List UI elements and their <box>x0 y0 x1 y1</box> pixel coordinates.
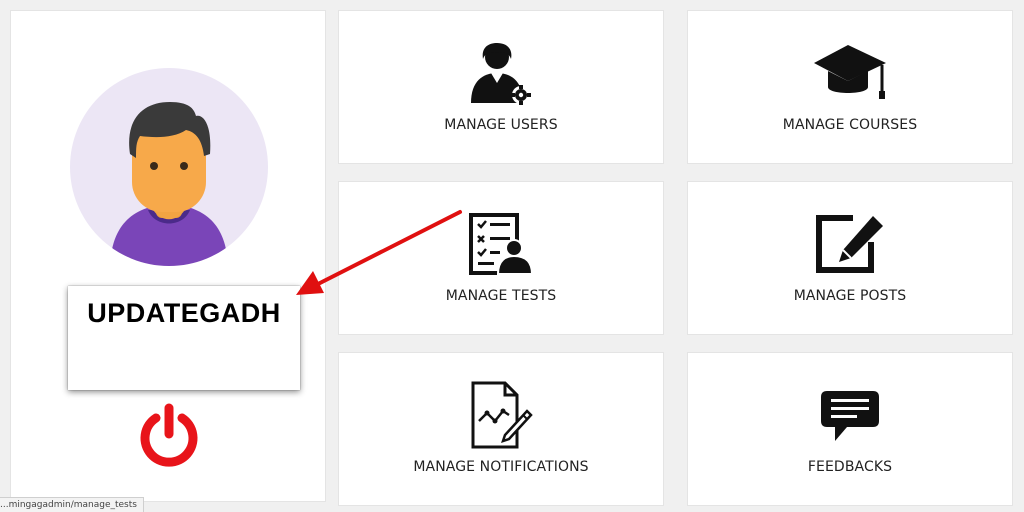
manage-courses-label: MANAGE COURSES <box>782 117 918 133</box>
avatar <box>70 68 268 266</box>
manage-tests-tile[interactable]: MANAGE TESTS <box>338 181 664 335</box>
profile-card: UPDATEGADH <box>10 10 326 502</box>
manage-users-label: MANAGE USERS <box>444 117 558 133</box>
chat-bubble-icon <box>821 391 879 441</box>
manage-notifications-tile[interactable]: MANAGE NOTIFICATIONS <box>338 352 664 506</box>
document-chart-pen-icon <box>471 381 533 449</box>
graduation-cap-icon <box>814 45 886 99</box>
username-label: UPDATEGADH <box>87 298 281 328</box>
feedbacks-label: FEEDBACKS <box>807 459 893 475</box>
status-bar-url: ...mingagadmin/manage_tests <box>0 497 144 512</box>
edit-post-icon <box>816 215 883 273</box>
username-box: UPDATEGADH <box>68 286 300 390</box>
manage-posts-tile[interactable]: MANAGE POSTS <box>687 181 1013 335</box>
manage-tests-label: MANAGE TESTS <box>445 288 557 304</box>
test-checklist-icon <box>469 213 534 275</box>
manage-courses-tile[interactable]: MANAGE COURSES <box>687 10 1013 164</box>
manage-posts-label: MANAGE POSTS <box>793 288 907 304</box>
feedbacks-tile[interactable]: FEEDBACKS <box>687 352 1013 506</box>
power-icon[interactable] <box>139 402 199 468</box>
manage-notifications-label: MANAGE NOTIFICATIONS <box>413 459 589 475</box>
manage-users-tile[interactable]: MANAGE USERS <box>338 10 664 164</box>
user-gear-icon <box>471 43 531 105</box>
